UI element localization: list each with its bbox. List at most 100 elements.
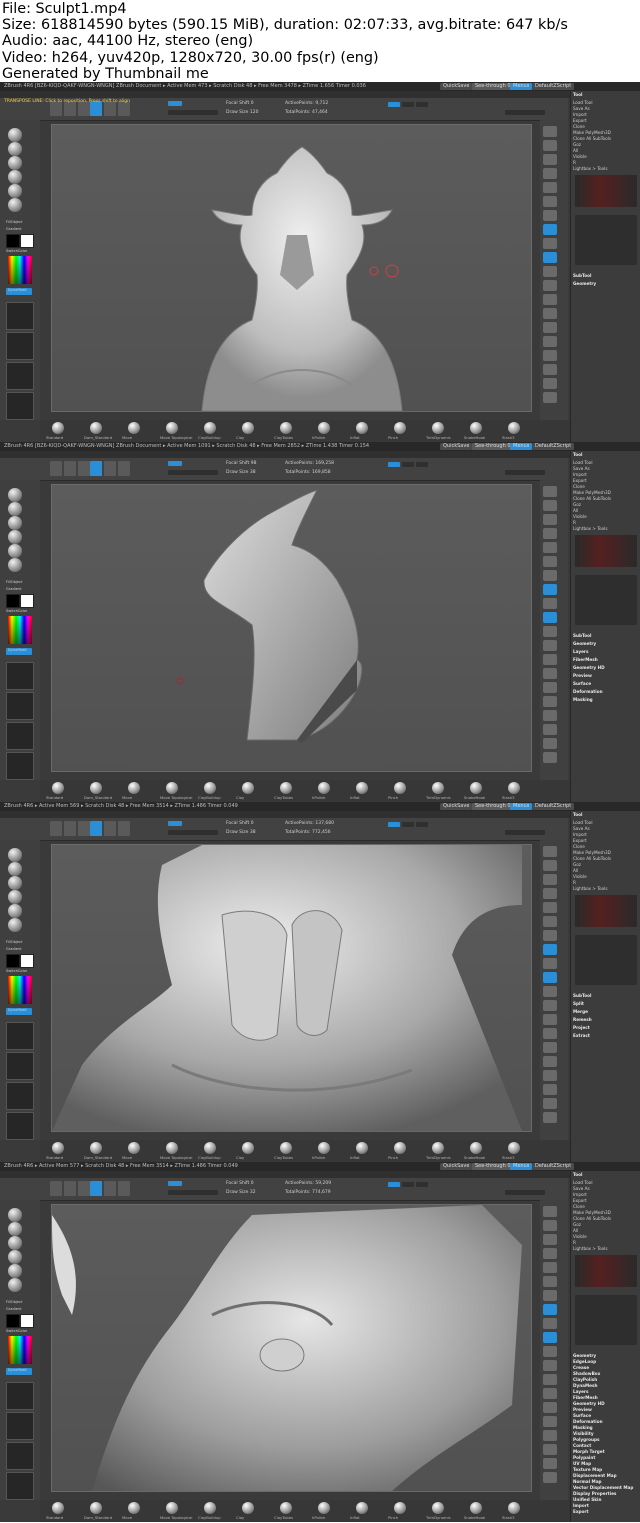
view-control-button[interactable]	[543, 1458, 557, 1469]
brush-thumbnail[interactable]	[8, 904, 22, 918]
tool-button[interactable]: Lightbox > Tools	[573, 526, 639, 532]
brush-thumbnail[interactable]	[8, 848, 22, 862]
quicksave-button[interactable]: QuickSave	[440, 1163, 473, 1170]
draw-size-slider[interactable]: Draw Size 38	[226, 470, 256, 475]
view-control-button[interactable]	[543, 350, 557, 361]
brush-button[interactable]	[508, 1502, 520, 1514]
view-control-button[interactable]	[543, 486, 557, 497]
view-control-button[interactable]	[543, 322, 557, 333]
see-through-slider[interactable]: See-through 0	[472, 443, 514, 450]
view-control-button[interactable]	[543, 126, 557, 137]
secondary-color-swatch[interactable]	[20, 1314, 34, 1328]
sym-z-button[interactable]	[416, 462, 428, 467]
view-control-button[interactable]	[543, 1262, 557, 1273]
view-control-button[interactable]	[543, 1346, 557, 1357]
view-control-button[interactable]	[543, 888, 557, 899]
default-zscript-button[interactable]: DefaultZScript	[532, 83, 575, 90]
material-thumbnail[interactable]	[6, 392, 34, 420]
fill-object-label[interactable]: FillObject	[6, 220, 23, 224]
menus-toggle[interactable]: Menus	[510, 443, 533, 450]
view-control-button[interactable]	[543, 986, 557, 997]
material-thumbnail[interactable]	[6, 1082, 34, 1110]
view-control-button[interactable]	[543, 668, 557, 679]
rotate-icon[interactable]	[118, 821, 130, 836]
brush-button[interactable]	[318, 422, 330, 434]
tool-section[interactable]: SubTool	[573, 273, 639, 279]
brush-button[interactable]	[242, 1502, 254, 1514]
sym-x-button[interactable]	[388, 102, 400, 107]
brush-button[interactable]	[318, 782, 330, 794]
zadd-button[interactable]	[168, 461, 182, 466]
brush-button[interactable]	[90, 422, 102, 434]
brush-thumbnail[interactable]	[8, 862, 22, 876]
tool-section[interactable]: Geometry HD	[573, 665, 639, 671]
focal-shift-slider[interactable]: Focal Shift 0	[226, 101, 254, 106]
material-thumbnail[interactable]	[6, 332, 34, 360]
tool-section[interactable]: Masking	[573, 697, 639, 703]
brush-thumbnail[interactable]	[8, 156, 22, 170]
default-zscript-button[interactable]: DefaultZScript	[532, 443, 575, 450]
material-thumbnail[interactable]	[6, 1382, 34, 1410]
view-control-button[interactable]	[543, 500, 557, 511]
gradient-label[interactable]: Gradient	[6, 947, 22, 951]
view-control-button[interactable]	[543, 958, 557, 969]
brush-button[interactable]	[166, 782, 178, 794]
brush-button[interactable]	[280, 782, 292, 794]
tool-section[interactable]: SubTool	[573, 993, 639, 999]
brush-thumbnail[interactable]	[8, 128, 22, 142]
gradient-label[interactable]: Gradient	[6, 1307, 22, 1311]
material-thumbnail[interactable]	[6, 752, 34, 780]
brush-thumbnail[interactable]	[8, 142, 22, 156]
view-control-button[interactable]	[543, 252, 557, 263]
view-control-button[interactable]	[543, 640, 557, 651]
backface-mask-button[interactable]	[505, 1190, 545, 1195]
brush-button[interactable]	[280, 422, 292, 434]
brush-button[interactable]	[356, 1502, 368, 1514]
sym-z-button[interactable]	[416, 102, 428, 107]
rgb-intensity-slider[interactable]	[168, 830, 218, 835]
view-control-button[interactable]	[543, 210, 557, 221]
view-control-button[interactable]	[543, 846, 557, 857]
view-control-button[interactable]	[543, 1028, 557, 1039]
zadd-button[interactable]	[168, 101, 182, 106]
quicksave-button[interactable]: QuickSave	[440, 443, 473, 450]
brush-button[interactable]	[242, 1142, 254, 1154]
view-control-button[interactable]	[543, 1360, 557, 1371]
view-control-button[interactable]	[543, 154, 557, 165]
sym-x-button[interactable]	[388, 822, 400, 827]
focal-shift-slider[interactable]: Focal Shift 0	[226, 1181, 254, 1186]
brush-thumbnail[interactable]	[8, 530, 22, 544]
material-thumbnail[interactable]	[6, 722, 34, 750]
brush-thumbnail[interactable]	[8, 488, 22, 502]
view-control-button[interactable]	[543, 1220, 557, 1231]
view-control-button[interactable]	[543, 1416, 557, 1427]
brush-button[interactable]	[356, 1142, 368, 1154]
view-control-button[interactable]	[543, 364, 557, 375]
tool-section[interactable]: Extract	[573, 1033, 639, 1039]
see-through-slider[interactable]: See-through 0	[472, 1163, 514, 1170]
view-control-button[interactable]	[543, 570, 557, 581]
material-thumbnail[interactable]	[6, 1112, 34, 1140]
brush-thumbnail[interactable]	[8, 1236, 22, 1250]
view-control-button[interactable]	[543, 1304, 557, 1315]
brush-button[interactable]	[242, 782, 254, 794]
view-control-button[interactable]	[543, 1388, 557, 1399]
color-picker[interactable]	[8, 616, 32, 644]
material-thumbnail[interactable]	[6, 1052, 34, 1080]
secondary-color-swatch[interactable]	[20, 594, 34, 608]
color-picker[interactable]	[8, 976, 32, 1004]
brush-button[interactable]	[90, 1142, 102, 1154]
brush-button[interactable]	[318, 1142, 330, 1154]
tool-section[interactable]: Remesh	[573, 1017, 639, 1023]
view-control-button[interactable]	[543, 1206, 557, 1217]
rotate-icon[interactable]	[118, 461, 130, 476]
view-control-button[interactable]	[543, 266, 557, 277]
brush-thumbnail[interactable]	[8, 516, 22, 530]
view-control-button[interactable]	[543, 1084, 557, 1095]
view-control-button[interactable]	[543, 182, 557, 193]
primary-color-swatch[interactable]	[6, 1314, 20, 1328]
tool-thumbnails[interactable]	[575, 895, 637, 927]
view-control-button[interactable]	[543, 752, 557, 763]
brush-thumbnail[interactable]	[8, 184, 22, 198]
quicksave-button[interactable]: QuickSave	[440, 803, 473, 810]
